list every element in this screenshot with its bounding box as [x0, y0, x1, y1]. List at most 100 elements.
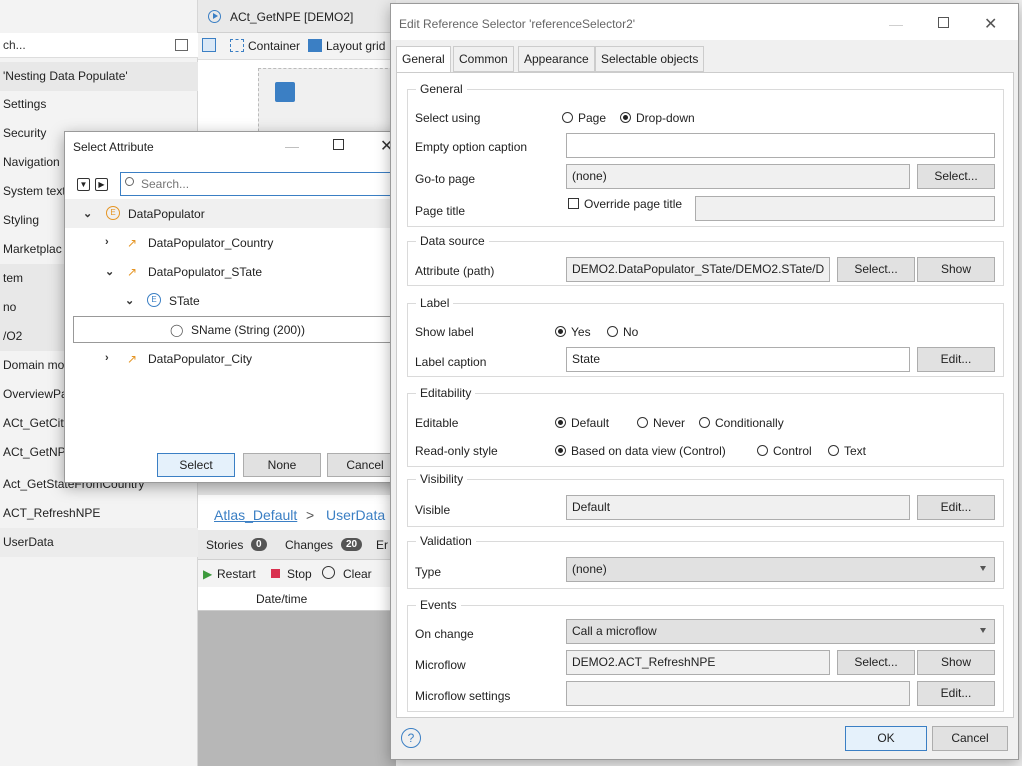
radio-editable-never[interactable]: Never: [637, 416, 685, 430]
pointer-tool-icon[interactable]: [202, 38, 216, 52]
maximize-icon[interactable]: [938, 17, 949, 28]
chevron-right-icon[interactable]: ›: [105, 352, 109, 364]
cancel-button[interactable]: Cancel: [932, 726, 1008, 751]
tree-item-sname[interactable]: ◯ SName (String (200)): [73, 316, 403, 343]
none-button[interactable]: None: [243, 453, 321, 477]
explorer-item-act-refreshnpe[interactable]: ACT_RefreshNPE: [0, 499, 198, 528]
radio-editable-conditionally[interactable]: Conditionally: [699, 416, 784, 430]
tab-common[interactable]: Common: [453, 46, 514, 72]
explorer-item-label: 'Nesting Data Populate': [3, 69, 128, 83]
explorer-search-text: ch...: [3, 38, 26, 52]
tab-stories[interactable]: Stories: [206, 538, 243, 552]
empty-caption-field[interactable]: [566, 133, 995, 158]
close-icon[interactable]: ✕: [984, 14, 997, 34]
radio-icon: [562, 112, 573, 123]
stop-button[interactable]: Stop: [287, 567, 312, 581]
radio-editable-default[interactable]: Default: [555, 416, 609, 430]
bottom-tabs: Stories 0 Changes 20 Er: [198, 530, 396, 560]
attribute-select-button[interactable]: Select...: [837, 257, 915, 282]
radio-readonly-text[interactable]: Text: [828, 444, 866, 458]
minimize-icon[interactable]: —: [889, 16, 903, 32]
attribute-path-field: DEMO2.DataPopulator_STate/DEMO2.STate/D: [566, 257, 830, 282]
data-view-icon[interactable]: [275, 82, 295, 102]
tree-item-label: DataPopulator: [128, 207, 205, 221]
attribute-show-button[interactable]: Show: [917, 257, 995, 282]
expand-all-icon[interactable]: ▼: [77, 178, 90, 191]
select-button[interactable]: Select: [157, 453, 235, 477]
microflow-settings-edit-button[interactable]: Edit...: [917, 681, 995, 706]
maximize-icon[interactable]: [333, 139, 344, 150]
empty-caption-label: Empty option caption: [415, 140, 528, 154]
validation-type-select[interactable]: (none): [566, 557, 995, 582]
tab-appearance[interactable]: Appearance: [518, 46, 595, 72]
dialog-titlebar: Select Attribute — ✕: [65, 132, 409, 162]
explorer-item-settings[interactable]: Settings: [0, 90, 198, 119]
select-attribute-dialog: Select Attribute — ✕ ▼ ▶ ⌄ E DataPopulat…: [64, 131, 410, 483]
container-tool[interactable]: Container: [248, 39, 300, 53]
label-caption-field[interactable]: State: [566, 347, 910, 372]
tab-selectable-objects[interactable]: Selectable objects: [595, 46, 705, 72]
page-title-field: [695, 196, 995, 221]
group-caption: Label: [416, 296, 454, 310]
restart-button[interactable]: Restart: [217, 567, 256, 581]
document-tab[interactable]: ACt_GetNPE [DEMO2]: [198, 0, 396, 33]
help-icon[interactable]: ?: [401, 728, 421, 748]
chevron-down-icon[interactable]: ⌄: [105, 265, 114, 278]
chevron-down-icon[interactable]: ⌄: [125, 294, 134, 307]
checkbox-icon: [568, 198, 579, 209]
explorer-item-label: ACT_RefreshNPE: [3, 506, 101, 520]
tab-errors[interactable]: Er: [376, 538, 388, 552]
stop-icon: [271, 569, 280, 578]
label-edit-button[interactable]: Edit...: [917, 347, 995, 372]
breadcrumb-page[interactable]: UserData: [326, 507, 385, 523]
radio-show-label-yes[interactable]: Yes: [555, 325, 591, 339]
goto-select-button[interactable]: Select...: [917, 164, 995, 189]
tree-item-city[interactable]: › ↗ DataPopulator_City: [65, 344, 409, 373]
explorer-item-project[interactable]: 'Nesting Data Populate': [0, 62, 198, 91]
microflow-select-button[interactable]: Select...: [837, 650, 915, 675]
tab-changes[interactable]: Changes: [285, 538, 333, 552]
radio-dropdown[interactable]: Drop-down: [620, 111, 695, 125]
tab-general[interactable]: General: [396, 46, 451, 73]
col-datetime[interactable]: Date/time: [256, 592, 307, 606]
visible-edit-button[interactable]: Edit...: [917, 495, 995, 520]
editor-toolbar: Container Layout grid: [198, 33, 396, 60]
tree-item-state-assoc[interactable]: ⌄ ↗ DataPopulator_STate: [65, 257, 409, 286]
explorer-item-label: Security: [3, 126, 47, 140]
layout-grid-tool[interactable]: Layout grid: [326, 39, 385, 53]
explorer-search-input[interactable]: ch...: [0, 33, 198, 58]
radio-readonly-control[interactable]: Control: [757, 444, 812, 458]
on-change-select[interactable]: Call a microflow: [566, 619, 995, 644]
collapse-all-icon[interactable]: [175, 39, 188, 51]
microflow-show-button[interactable]: Show: [917, 650, 995, 675]
chevron-down-icon[interactable]: ⌄: [83, 207, 92, 220]
ok-button[interactable]: OK: [845, 726, 927, 751]
override-page-title-checkbox[interactable]: Override page title: [568, 197, 682, 211]
chevron-right-icon[interactable]: ›: [105, 236, 109, 248]
collapse-all-icon[interactable]: ▶: [95, 178, 108, 191]
explorer-item-label: System text: [3, 184, 66, 198]
select-value: Call a microflow: [572, 624, 657, 638]
minimize-icon[interactable]: —: [285, 138, 299, 154]
clear-button[interactable]: Clear: [343, 567, 372, 581]
search-icon: [125, 177, 134, 186]
radio-label: Text: [844, 444, 867, 458]
tree-item-datapopulator[interactable]: ⌄ E DataPopulator: [65, 199, 409, 228]
chevron-down-icon: [980, 628, 986, 633]
radio-page[interactable]: Page: [562, 111, 606, 125]
attribute-search-input[interactable]: [141, 176, 391, 192]
breadcrumb-separator: >: [306, 507, 315, 523]
association-icon: ↗: [127, 265, 138, 279]
attribute-search-box[interactable]: [120, 172, 400, 196]
radio-icon: [620, 112, 631, 123]
radio-label: Control: [773, 444, 812, 458]
radio-icon: [757, 445, 768, 456]
explorer-item-label: Settings: [3, 97, 47, 111]
tree-item-country[interactable]: › ↗ DataPopulator_Country: [65, 228, 409, 257]
tree-item-state-entity[interactable]: ⌄ E STate: [65, 286, 409, 315]
radio-readonly-based[interactable]: Based on data view (Control): [555, 444, 726, 458]
tree-item-label: DataPopulator_Country: [148, 236, 274, 250]
breadcrumb-layout-link[interactable]: Atlas_Default: [214, 507, 297, 523]
radio-show-label-no[interactable]: No: [607, 325, 638, 339]
explorer-item-userdata[interactable]: UserData: [0, 528, 198, 557]
